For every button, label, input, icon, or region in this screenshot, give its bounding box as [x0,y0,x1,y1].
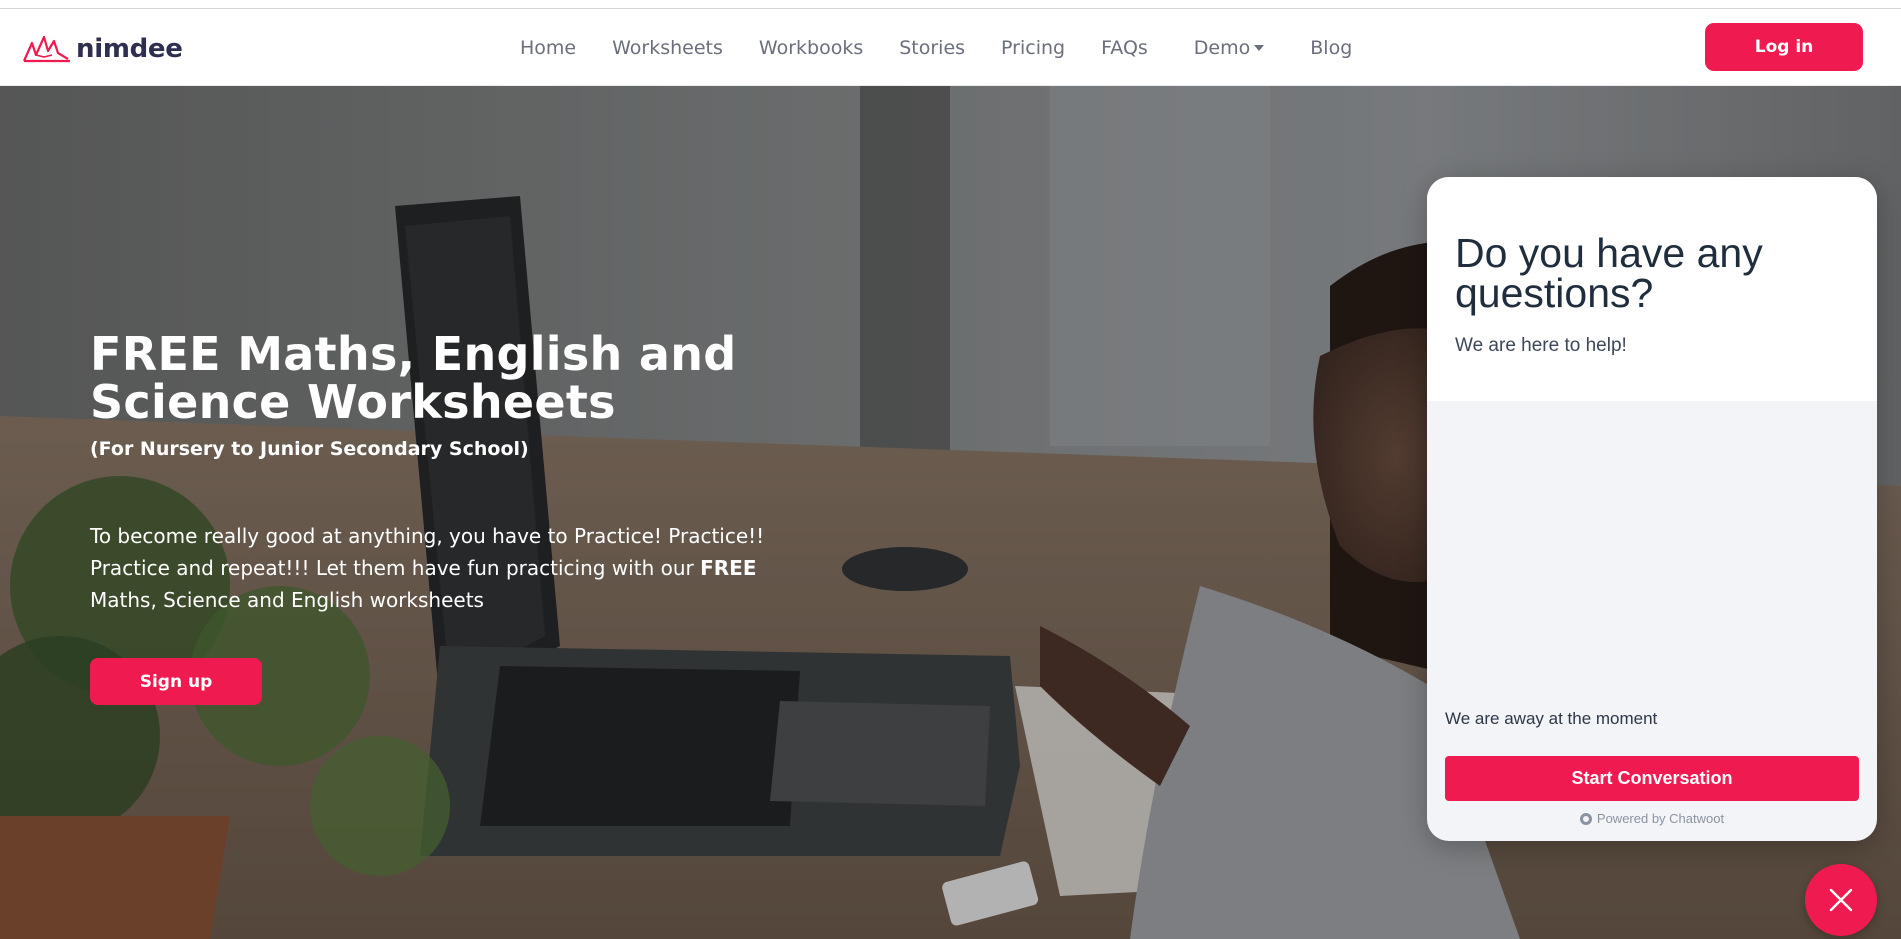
nav-item-blog[interactable]: Blog [1310,37,1352,59]
nimdee-logo[interactable]: nimdee [22,31,183,67]
hero-description-part2: Maths, Science and English worksheets [90,588,484,612]
hero-title-line1: FREE Maths, English and [90,327,737,381]
nav-item-workbooks[interactable]: Workbooks [759,37,863,59]
main-nav: Home Worksheets Workbooks Stories Pricin… [520,31,1388,65]
logo-text: nimdee [76,34,183,64]
nav-item-pricing[interactable]: Pricing [1001,37,1065,59]
logo-mark-icon [22,35,70,63]
hero-content: FREE Maths, English and Science Workshee… [90,330,790,705]
hero-title: FREE Maths, English and Science Workshee… [90,330,790,426]
nav-item-home[interactable]: Home [520,37,576,59]
chat-title: Do you have any questions? [1455,230,1763,316]
chat-status: We are away at the moment [1445,709,1658,728]
chatwoot-icon [1579,812,1592,825]
top-navbar: nimdee Home Worksheets Workbooks Stories… [0,8,1901,86]
hero-description-part1: To become really good at anything, you h… [90,524,765,580]
hero-description: To become really good at anything, you h… [90,520,790,616]
page: nimdee Home Worksheets Workbooks Stories… [0,0,1901,939]
hero-title-line2: Science Worksheets [90,375,616,429]
chat-close-button[interactable] [1805,864,1877,936]
chat-widget-header: Do you have any questions? We are here t… [1427,177,1877,401]
nav-item-demo-label: Demo [1193,37,1251,59]
hero-description-bold: FREE [700,556,757,580]
nav-item-demo[interactable]: Demo [1193,37,1265,59]
signup-button[interactable]: Sign up [90,658,262,705]
hero-subtitle: (For Nursery to Junior Secondary School) [90,438,529,460]
close-icon [1829,888,1853,912]
nav-item-faqs[interactable]: FAQs [1101,37,1148,59]
nav-item-stories[interactable]: Stories [899,37,965,59]
login-button[interactable]: Log in [1705,23,1863,71]
chat-widget: Do you have any questions? We are here t… [1427,177,1877,841]
start-conversation-button[interactable]: Start Conversation [1445,756,1859,801]
powered-by-link[interactable]: Powered by Chatwoot [1427,811,1877,826]
powered-by-text: Powered by Chatwoot [1596,811,1725,826]
nav-item-worksheets[interactable]: Worksheets [612,37,723,59]
caret-down-icon [1254,45,1265,51]
chat-tagline: We are here to help! [1455,335,1627,356]
